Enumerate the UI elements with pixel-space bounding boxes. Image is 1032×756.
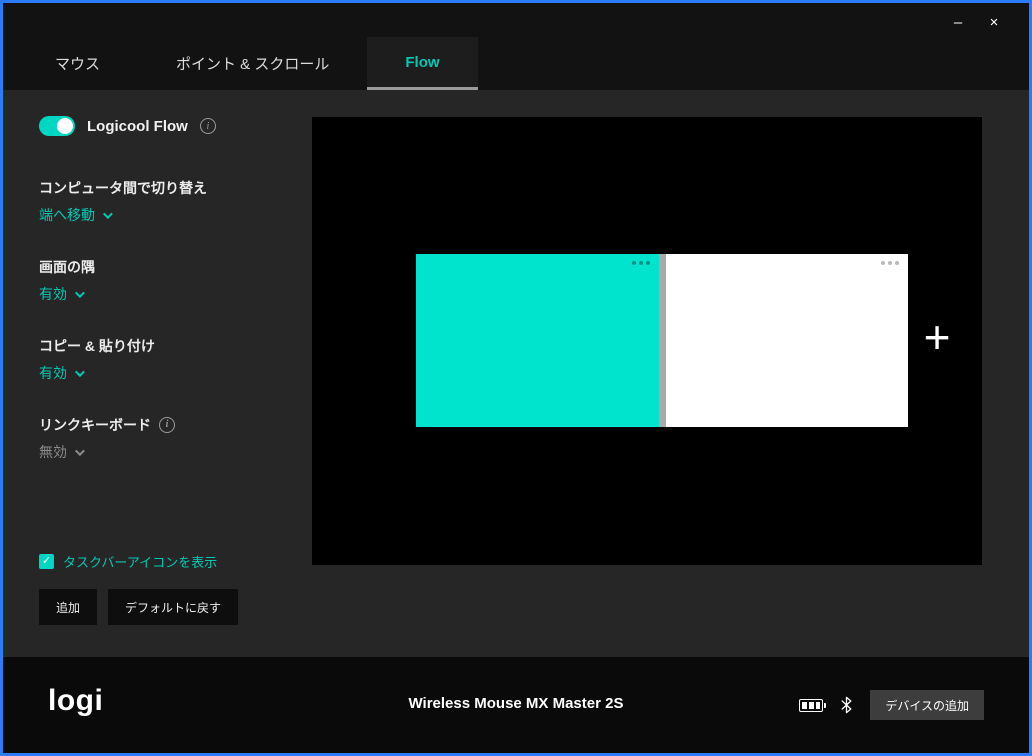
- setting-title: コピー & 貼り付け: [39, 336, 311, 356]
- tab-mouse[interactable]: マウス: [17, 37, 138, 90]
- battery-icon: [799, 698, 827, 712]
- flow-computers-canvas: +: [312, 117, 982, 565]
- tab-flow[interactable]: Flow: [367, 37, 478, 90]
- app-window: – × マウス ポイント & スクロール Flow Logicool Flow …: [3, 3, 1029, 753]
- footer-right-cluster: デバイスの追加: [799, 690, 984, 720]
- tab-bar: マウス ポイント & スクロール Flow: [17, 37, 478, 90]
- add-computer-plus-icon[interactable]: +: [915, 311, 959, 363]
- taskbar-icon-checkbox-row[interactable]: ✓ タスクバーアイコンを表示: [39, 553, 311, 570]
- add-device-button[interactable]: デバイスの追加: [870, 690, 984, 720]
- screen-menu-icon[interactable]: [881, 261, 899, 265]
- restore-defaults-button[interactable]: デフォルトに戻す: [108, 589, 239, 625]
- chevron-down-icon: [74, 287, 85, 298]
- setting-link-keyboard: リンクキーボード i 無効: [39, 415, 311, 462]
- flow-toggle-row: Logicool Flow i: [39, 115, 311, 137]
- setting-title: コンピュータ間で切り替え: [39, 178, 311, 198]
- footer-bar: logi Wireless Mouse MX Master 2S デバイスの追加: [3, 657, 1029, 753]
- setting-title: 画面の隅: [39, 257, 311, 277]
- info-icon[interactable]: i: [159, 417, 175, 433]
- setting-screen-corner: 画面の隅 有効: [39, 257, 311, 304]
- setting-title-text: 画面の隅: [39, 259, 95, 275]
- header-bar: – × マウス ポイント & スクロール Flow: [3, 3, 1029, 90]
- window-controls: – ×: [949, 14, 1003, 32]
- flow-settings-sidebar: Logicool Flow i コンピュータ間で切り替え 端へ移動 画面の隅 有…: [39, 90, 311, 625]
- tab-label: ポイント & スクロール: [176, 56, 330, 73]
- computer-screen-primary[interactable]: [416, 254, 659, 427]
- setting-dropdown[interactable]: 有効: [39, 284, 85, 304]
- setting-dropdown[interactable]: 端へ移動: [39, 205, 113, 225]
- close-button[interactable]: ×: [985, 14, 1003, 32]
- setting-title-text: コンピュータ間で切り替え: [39, 180, 207, 196]
- chevron-down-icon: [74, 366, 85, 377]
- setting-title-text: コピー & 貼り付け: [39, 338, 155, 354]
- setting-value: 無効: [39, 444, 67, 460]
- chevron-down-icon: [74, 445, 85, 456]
- add-button[interactable]: 追加: [39, 589, 98, 625]
- taskbar-icon-checkbox-label: タスクバーアイコンを表示: [63, 555, 218, 570]
- computer-screen-secondary[interactable]: [666, 254, 908, 427]
- tab-label: マウス: [55, 56, 101, 73]
- minimize-button[interactable]: –: [949, 14, 967, 32]
- setting-title-text: リンクキーボード: [39, 417, 151, 433]
- screen-divider: [659, 254, 666, 427]
- sidebar-buttons: 追加 デフォルトに戻す: [39, 589, 311, 625]
- flow-toggle-label: Logicool Flow: [87, 117, 188, 135]
- screen-menu-icon[interactable]: [632, 261, 650, 265]
- setting-copy-paste: コピー & 貼り付け 有効: [39, 336, 311, 383]
- setting-value: 有効: [39, 365, 67, 381]
- tab-label: Flow: [405, 53, 440, 71]
- setting-value: 端へ移動: [39, 207, 95, 223]
- bluetooth-icon: [841, 696, 852, 714]
- chevron-down-icon: [102, 208, 113, 219]
- setting-title: リンクキーボード i: [39, 415, 311, 435]
- checkbox-checked-icon[interactable]: ✓: [39, 554, 54, 569]
- info-icon[interactable]: i: [199, 118, 216, 134]
- toggle-knob: [57, 118, 73, 134]
- setting-switch-between-computers: コンピュータ間で切り替え 端へ移動: [39, 178, 311, 225]
- setting-dropdown[interactable]: 無効: [39, 442, 85, 462]
- setting-value: 有効: [39, 286, 67, 302]
- tab-point-scroll[interactable]: ポイント & スクロール: [138, 37, 367, 90]
- flow-toggle[interactable]: [39, 116, 75, 136]
- setting-dropdown[interactable]: 有効: [39, 363, 85, 383]
